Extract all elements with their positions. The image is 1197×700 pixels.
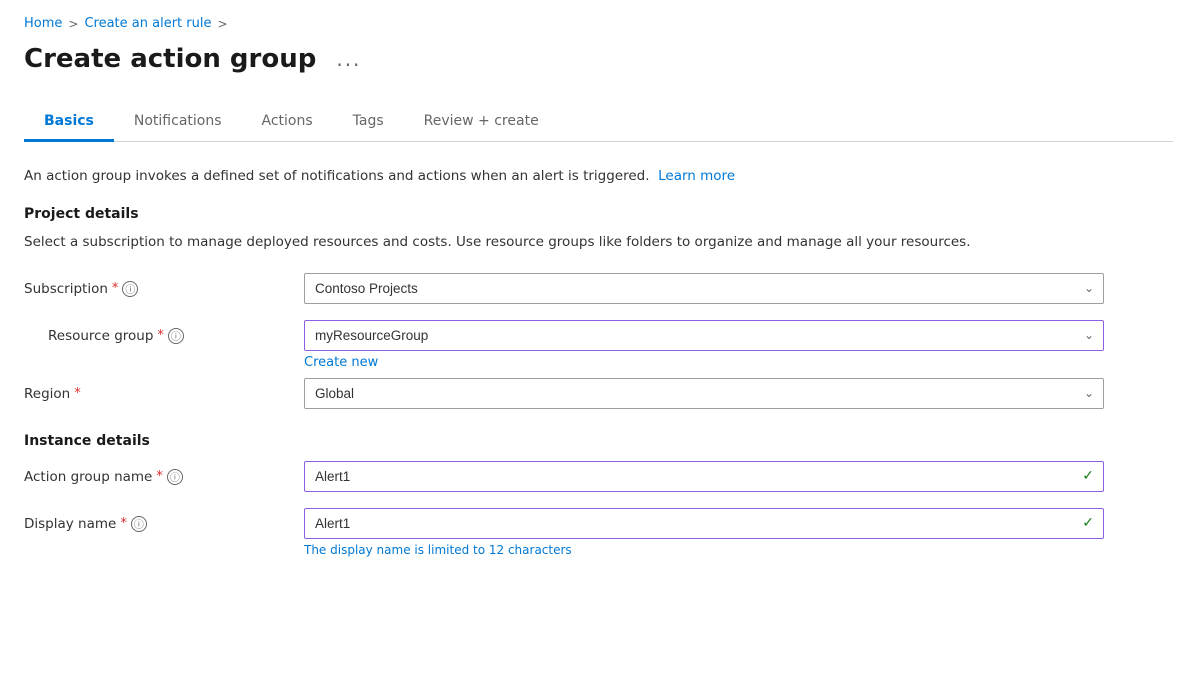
display-name-input[interactable] bbox=[304, 508, 1104, 539]
subscription-control: Contoso Projects ⌄ bbox=[304, 273, 1104, 304]
region-label: Region * bbox=[24, 386, 81, 402]
resource-group-dropdown-wrapper: myResourceGroup ⌄ bbox=[304, 320, 1104, 351]
subscription-row: Subscription * ⓘ Contoso Projects ⌄ bbox=[24, 273, 1173, 304]
display-name-label: Display name * ⓘ bbox=[24, 516, 147, 532]
resource-group-label: Resource group * ⓘ bbox=[48, 328, 184, 344]
resource-group-control: myResourceGroup ⌄ Create new bbox=[304, 320, 1104, 370]
action-group-name-control: ✓ bbox=[304, 461, 1104, 492]
resource-group-info-icon[interactable]: ⓘ bbox=[168, 328, 184, 344]
display-name-hint: The display name is limited to 12 charac… bbox=[304, 543, 1104, 557]
action-group-name-input-wrapper: ✓ bbox=[304, 461, 1104, 492]
tab-notifications[interactable]: Notifications bbox=[114, 103, 242, 142]
tab-bar: Basics Notifications Actions Tags Review… bbox=[24, 103, 1173, 142]
action-group-name-row: Action group name * ⓘ ✓ bbox=[24, 461, 1173, 492]
display-name-row: Display name * ⓘ ✓ The display name is l… bbox=[24, 508, 1173, 557]
action-group-name-label: Action group name * ⓘ bbox=[24, 469, 183, 485]
page-menu-button[interactable]: ... bbox=[328, 43, 369, 75]
tab-review-create[interactable]: Review + create bbox=[404, 103, 559, 142]
tab-tags[interactable]: Tags bbox=[333, 103, 404, 142]
instance-details-section: Instance details Action group name * ⓘ ✓ bbox=[24, 433, 1173, 557]
action-group-name-info-icon[interactable]: ⓘ bbox=[167, 469, 183, 485]
learn-more-link[interactable]: Learn more bbox=[658, 168, 735, 184]
display-name-control: ✓ The display name is limited to 12 char… bbox=[304, 508, 1104, 557]
page-title: Create action group bbox=[24, 44, 316, 74]
tab-basics[interactable]: Basics bbox=[24, 103, 114, 142]
subscription-required: * bbox=[112, 281, 119, 296]
display-name-input-wrapper: ✓ bbox=[304, 508, 1104, 539]
page-header: Create action group ... bbox=[24, 43, 1173, 75]
breadcrumb: Home > Create an alert rule > bbox=[24, 16, 1173, 31]
intro-text: An action group invokes a defined set of… bbox=[24, 166, 1173, 186]
action-group-name-required: * bbox=[156, 469, 163, 484]
breadcrumb-home[interactable]: Home bbox=[24, 16, 62, 31]
subscription-info-icon[interactable]: ⓘ bbox=[122, 281, 138, 297]
subscription-dropdown[interactable]: Contoso Projects bbox=[304, 273, 1104, 304]
project-details-title: Project details bbox=[24, 206, 1173, 222]
breadcrumb-alert-rule[interactable]: Create an alert rule bbox=[84, 16, 211, 31]
project-details-section: Project details Select a subscription to… bbox=[24, 206, 1173, 408]
instance-details-title: Instance details bbox=[24, 433, 1173, 449]
create-new-link[interactable]: Create new bbox=[304, 355, 378, 370]
resource-group-dropdown[interactable]: myResourceGroup bbox=[304, 320, 1104, 351]
region-dropdown[interactable]: Global bbox=[304, 378, 1104, 409]
resource-group-row: Resource group * ⓘ myResourceGroup ⌄ Cre… bbox=[24, 320, 1173, 370]
tab-actions[interactable]: Actions bbox=[242, 103, 333, 142]
breadcrumb-sep-1: > bbox=[68, 17, 78, 31]
display-name-info-icon[interactable]: ⓘ bbox=[131, 516, 147, 532]
subscription-label: Subscription * ⓘ bbox=[24, 281, 138, 297]
project-details-description: Select a subscription to manage deployed… bbox=[24, 232, 1173, 252]
breadcrumb-sep-2: > bbox=[217, 17, 227, 31]
region-row: Region * Global ⌄ bbox=[24, 378, 1173, 409]
region-required: * bbox=[74, 386, 81, 401]
region-dropdown-wrapper: Global ⌄ bbox=[304, 378, 1104, 409]
resource-group-required: * bbox=[157, 328, 164, 343]
subscription-dropdown-wrapper: Contoso Projects ⌄ bbox=[304, 273, 1104, 304]
action-group-name-input[interactable] bbox=[304, 461, 1104, 492]
display-name-required: * bbox=[120, 516, 127, 531]
region-control: Global ⌄ bbox=[304, 378, 1104, 409]
